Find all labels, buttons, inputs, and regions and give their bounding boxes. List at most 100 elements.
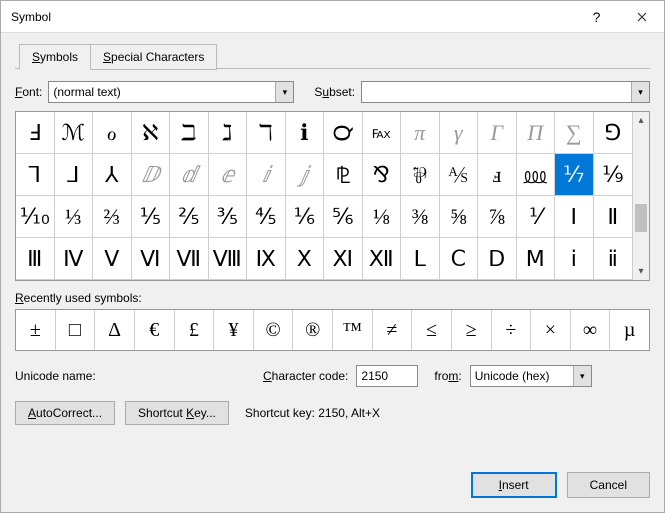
symbol-cell[interactable]: Ⅵ xyxy=(132,238,171,280)
symbol-cell[interactable]: ℴ xyxy=(93,112,132,154)
recent-symbol-cell[interactable]: ≠ xyxy=(373,310,413,350)
symbol-cell[interactable]: ⅛ xyxy=(363,196,402,238)
symbol-cell[interactable]: ℻ xyxy=(363,112,402,154)
symbol-cell[interactable]: Γ xyxy=(478,112,517,154)
subset-label: Subset: xyxy=(314,85,355,99)
close-button[interactable] xyxy=(619,1,664,33)
symbol-cell[interactable]: ⅈ xyxy=(247,154,286,196)
symbol-cell[interactable]: Ⅷ xyxy=(209,238,248,280)
symbol-cell[interactable]: ⅍ xyxy=(440,154,479,196)
symbol-cell[interactable]: ⅅ xyxy=(132,154,171,196)
recent-symbol-cell[interactable]: © xyxy=(254,310,294,350)
recent-symbol-cell[interactable]: ¥ xyxy=(214,310,254,350)
recent-symbol-cell[interactable]: ® xyxy=(293,310,333,350)
character-code-input[interactable] xyxy=(356,365,418,387)
from-select[interactable] xyxy=(470,365,592,387)
symbol-cell[interactable]: ∑ xyxy=(555,112,594,154)
symbol-cell[interactable]: ⅃ xyxy=(55,154,94,196)
symbol-cell[interactable]: ⅁ xyxy=(594,112,633,154)
recent-symbol-cell[interactable]: £ xyxy=(175,310,215,350)
symbol-cell[interactable]: ⅋ xyxy=(363,154,402,196)
symbol-cell[interactable]: ⅄ xyxy=(93,154,132,196)
symbol-cell[interactable]: ⅕ xyxy=(132,196,171,238)
symbol-cell[interactable]: ⅟ xyxy=(517,196,556,238)
symbol-cell[interactable]: ⅊ xyxy=(324,154,363,196)
symbol-cell[interactable]: ⅘ xyxy=(247,196,286,238)
recent-symbol-cell[interactable]: ≤ xyxy=(412,310,452,350)
symbol-cell[interactable]: ⅞ xyxy=(478,196,517,238)
symbol-cell[interactable]: ℵ xyxy=(132,112,171,154)
scroll-thumb[interactable] xyxy=(635,204,647,232)
grid-scrollbar[interactable]: ▴ ▾ xyxy=(632,112,649,280)
recent-symbol-cell[interactable]: ∞ xyxy=(571,310,611,350)
shortcut-key-button[interactable]: Shortcut Key... xyxy=(125,401,229,425)
symbol-cell[interactable]: ⅔ xyxy=(93,196,132,238)
tab-symbols[interactable]: Symbols xyxy=(19,44,91,70)
symbol-cell[interactable]: π xyxy=(401,112,440,154)
symbol-cell[interactable]: ⅑ xyxy=(594,154,633,196)
subset-select[interactable] xyxy=(361,81,650,103)
symbol-cell[interactable]: ⅰ xyxy=(555,238,594,280)
symbol-cell[interactable]: Ⅺ xyxy=(324,238,363,280)
font-select[interactable] xyxy=(48,81,294,103)
insert-button[interactable]: Insert xyxy=(471,472,557,498)
tab-special-characters[interactable]: Special Characters xyxy=(90,44,217,70)
cancel-button[interactable]: Cancel xyxy=(567,472,650,498)
symbol-cell[interactable]: Ⅰ xyxy=(555,196,594,238)
symbol-cell[interactable]: Ⅽ xyxy=(440,238,479,280)
symbol-cell[interactable]: Ⅿ xyxy=(517,238,556,280)
symbol-cell[interactable]: Ⅴ xyxy=(93,238,132,280)
recent-symbol-cell[interactable]: ± xyxy=(16,310,56,350)
symbol-cell[interactable]: ⅆ xyxy=(170,154,209,196)
recent-symbol-cell[interactable]: × xyxy=(531,310,571,350)
scroll-down-button[interactable]: ▾ xyxy=(633,263,649,280)
recent-symbol-cell[interactable]: ÷ xyxy=(492,310,532,350)
symbol-cell[interactable]: ℸ xyxy=(247,112,286,154)
symbol-cell[interactable]: ⅐ xyxy=(555,154,594,196)
symbol-cell[interactable]: ℹ xyxy=(286,112,325,154)
symbol-cell[interactable]: Ⅶ xyxy=(170,238,209,280)
symbol-cell[interactable]: ℷ xyxy=(209,112,248,154)
symbol-cell[interactable]: ⅖ xyxy=(170,196,209,238)
recent-symbol-cell[interactable]: ≥ xyxy=(452,310,492,350)
symbol-cell[interactable]: ℶ xyxy=(170,112,209,154)
symbol-cell[interactable]: ⅌ xyxy=(401,154,440,196)
symbol-cell[interactable]: ⅗ xyxy=(209,196,248,238)
symbol-cell[interactable]: ⅇ xyxy=(209,154,248,196)
symbol-cell[interactable]: Ⅱ xyxy=(594,196,633,238)
symbol-cell[interactable]: Ⅳ xyxy=(55,238,94,280)
symbol-cell[interactable]: ⅜ xyxy=(401,196,440,238)
symbol-cell[interactable]: Ⅸ xyxy=(247,238,286,280)
recent-symbol-cell[interactable]: ™ xyxy=(333,310,373,350)
scroll-track[interactable] xyxy=(633,129,649,263)
symbol-cell[interactable]: ⅏ xyxy=(517,154,556,196)
symbol-cell[interactable]: γ xyxy=(440,112,479,154)
symbol-cell[interactable]: ⅒ xyxy=(16,196,55,238)
symbol-cell[interactable]: Π xyxy=(517,112,556,154)
symbol-cell[interactable]: ⅉ xyxy=(286,154,325,196)
symbol-cell[interactable]: Ⅼ xyxy=(401,238,440,280)
symbol-cell[interactable]: ⅎ xyxy=(478,154,517,196)
subset-select-wrap: ▾ xyxy=(361,81,650,103)
symbol-cell[interactable]: ⅝ xyxy=(440,196,479,238)
symbol-cell[interactable]: Ⅾ xyxy=(478,238,517,280)
symbol-cell[interactable]: ℺ xyxy=(324,112,363,154)
recent-symbol-cell[interactable]: □ xyxy=(56,310,96,350)
autocorrect-button[interactable]: AutoCorrect... xyxy=(15,401,115,425)
symbol-cell[interactable]: ℳ xyxy=(55,112,94,154)
symbol-cell[interactable]: Ⅹ xyxy=(286,238,325,280)
recent-symbol-cell[interactable]: µ xyxy=(610,310,649,350)
symbol-cell[interactable]: ⅓ xyxy=(55,196,94,238)
symbol-cell[interactable]: ⅙ xyxy=(286,196,325,238)
tab-strip: Symbols Special Characters xyxy=(19,43,650,69)
symbol-cell[interactable]: Ⅲ xyxy=(16,238,55,280)
symbol-cell[interactable]: Ⅻ xyxy=(363,238,402,280)
recent-symbol-cell[interactable]: Δ xyxy=(95,310,135,350)
symbol-cell[interactable]: ⅱ xyxy=(594,238,633,280)
symbol-cell[interactable]: ⅚ xyxy=(324,196,363,238)
recent-symbol-cell[interactable]: € xyxy=(135,310,175,350)
symbol-cell[interactable]: ⅂ xyxy=(16,154,55,196)
symbol-cell[interactable]: Ⅎ xyxy=(16,112,55,154)
scroll-up-button[interactable]: ▴ xyxy=(633,112,649,129)
help-button[interactable]: ? xyxy=(574,1,619,33)
